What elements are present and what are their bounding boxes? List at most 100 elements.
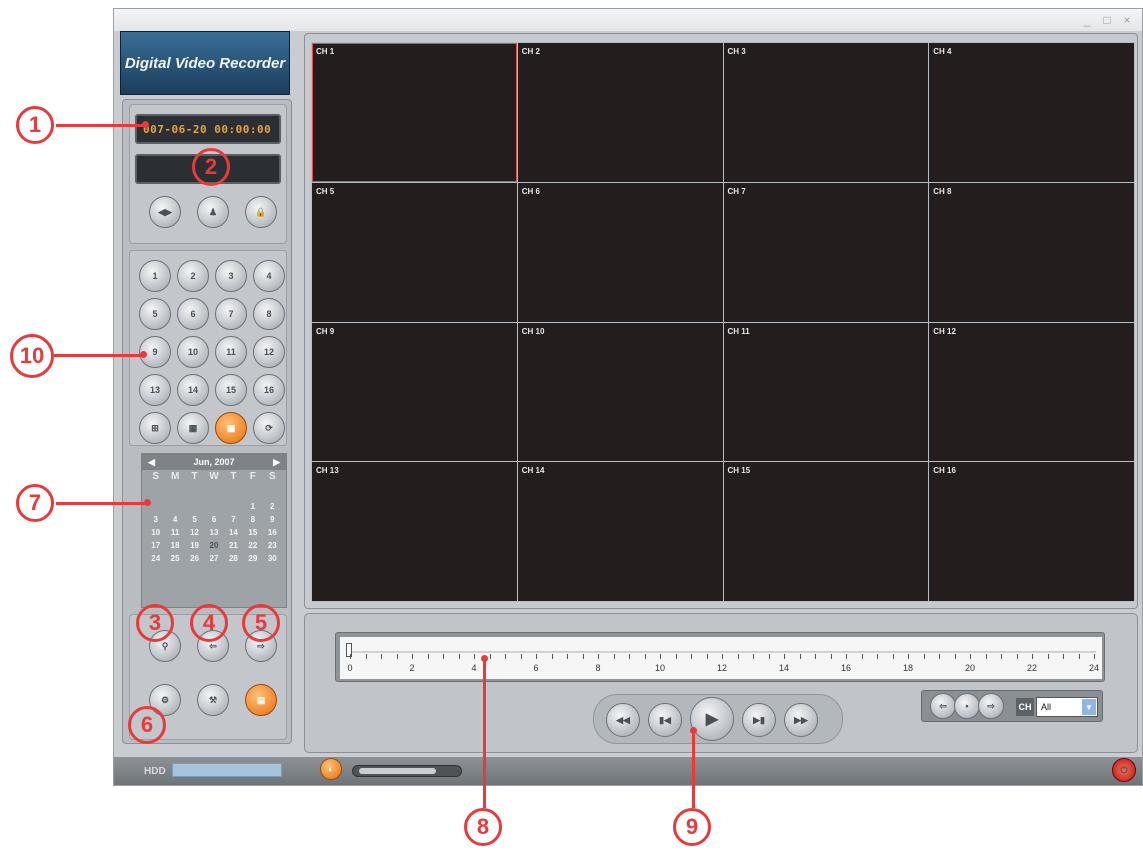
calendar-day[interactable]: 2 [263,502,282,511]
channel-cell[interactable]: CH 1 [312,43,517,182]
channel-label: CH 12 [933,326,956,336]
calendar-day[interactable]: 21 [224,541,243,550]
calendar-day[interactable]: 17 [146,541,165,550]
channel-button-14[interactable]: 14 [177,374,209,406]
calendar-day[interactable]: 11 [165,528,184,537]
channel-cell[interactable]: CH 2 [517,43,723,182]
channel-cell[interactable]: CH 7 [723,182,929,322]
calendar-day[interactable]: 22 [243,541,262,550]
channel-button-15[interactable]: 15 [215,374,247,406]
playback-panel: 0 2 4 6 8 10 12 14 16 18 20 22 24 ◀◀ ▮◀ ▶ ▶▮ ▶▶ ⇦ • ⇨ CH… [304,613,1138,753]
arrows-icon[interactable]: ◀▶ [149,196,181,228]
calendar-day[interactable]: 6 [204,515,223,524]
maximize-button[interactable]: □ [1100,13,1114,27]
calendar-day[interactable]: 18 [165,541,184,550]
channel-cell[interactable]: CH 15 [723,462,929,601]
timeline-thumb[interactable] [346,643,352,657]
calendar-day[interactable]: 7 [224,515,243,524]
step-back-icon[interactable]: ▮◀ [648,703,682,737]
channel-cell[interactable]: CH 4 [929,43,1134,182]
channel-button-4[interactable]: 4 [253,260,285,292]
calendar-day[interactable]: 8 [243,515,262,524]
calendar-day[interactable]: 12 [185,528,204,537]
channel-button-3[interactable]: 3 [215,260,247,292]
calendar-day[interactable]: 27 [204,554,223,563]
channel-cell[interactable]: CH 6 [517,182,723,322]
channel-cell[interactable]: CH 3 [723,43,929,182]
calendar-day[interactable]: 13 [204,528,223,537]
play-icon[interactable]: ▶ [690,697,734,741]
channel-button-10[interactable]: 10 [177,336,209,368]
volume-icon[interactable]: ◐ [320,758,342,780]
calendar-day[interactable]: 24 [146,554,165,563]
prev-month-button[interactable]: ◀ [148,457,155,468]
timeline-track[interactable]: 0 2 4 6 8 10 12 14 16 18 20 22 24 [340,637,1102,679]
log-icon[interactable]: ▤ [245,684,277,716]
channel-button-11[interactable]: 11 [215,336,247,368]
layout-4-icon[interactable]: ⊞ [139,412,171,444]
channel-cell[interactable]: CH 13 [312,462,517,601]
channel-dropdown-value: All [1041,702,1052,712]
calendar-day[interactable]: 4 [165,515,184,524]
timeline[interactable]: 0 2 4 6 8 10 12 14 16 18 20 22 24 [335,632,1105,682]
weekday-label: S [268,471,276,482]
calendar-day[interactable]: 29 [243,554,262,563]
calendar-day[interactable]: 19 [185,541,204,550]
calendar-day[interactable]: 14 [224,528,243,537]
layout-9-icon[interactable]: ▦ [177,412,209,444]
channel-cell[interactable]: CH 8 [929,182,1134,322]
channel-dial-icon[interactable]: • [954,693,980,719]
channel-cell[interactable]: CH 10 [517,322,723,462]
channel-dropdown[interactable]: All ▼ [1036,697,1098,717]
calendar-day[interactable]: 10 [146,528,165,537]
cycle-icon[interactable]: ⟳ [253,412,285,444]
status-bar: HDD ◐ ⏻ [114,757,1142,785]
user-icon[interactable]: ♟ [197,196,229,228]
chevron-down-icon[interactable]: ▼ [1082,699,1096,715]
layout-16-icon[interactable]: ▦ [215,412,247,444]
channel-cell[interactable]: CH 12 [929,322,1134,462]
minimize-button[interactable]: _ [1080,13,1094,27]
calendar-day[interactable]: 23 [263,541,282,550]
calendar-day[interactable]: 16 [263,528,282,537]
channel-cell[interactable]: CH 5 [312,182,517,322]
calendar-day[interactable]: 9 [263,515,282,524]
power-icon[interactable]: ⏻ [1112,758,1136,782]
calendar-day[interactable]: 3 [146,515,165,524]
prev-channel-button[interactable]: ⇦ [930,693,956,719]
tools-icon[interactable]: ⚒ [197,684,229,716]
titlebar: _ □ × [114,9,1142,31]
channel-button-12[interactable]: 12 [253,336,285,368]
calendar-day[interactable]: 26 [185,554,204,563]
close-button[interactable]: × [1120,13,1134,27]
channel-button-2[interactable]: 2 [177,260,209,292]
next-channel-button[interactable]: ⇨ [978,693,1004,719]
calendar-day[interactable]: 25 [165,554,184,563]
calendar-day[interactable]: 15 [243,528,262,537]
calendar-day[interactable]: 30 [263,554,282,563]
calendar-day[interactable]: 5 [185,515,204,524]
channel-cell[interactable]: CH 9 [312,322,517,462]
calendar-day[interactable]: 28 [224,554,243,563]
weekday-label: T [191,471,198,482]
rewind-icon[interactable]: ◀◀ [606,703,640,737]
channel-button-6[interactable]: 6 [177,298,209,330]
channel-button-1[interactable]: 1 [139,260,171,292]
channel-button-13[interactable]: 13 [139,374,171,406]
channel-label: CH 14 [521,466,545,476]
channel-cell[interactable]: CH 16 [929,462,1134,601]
lock-icon[interactable]: 🔒 [245,196,277,228]
channel-button-5[interactable]: 5 [139,298,171,330]
calendar-day[interactable]: 1 [243,502,262,511]
channel-button-16[interactable]: 16 [253,374,285,406]
channel-label: CH 3 [727,47,746,56]
step-forward-icon[interactable]: ▶▮ [742,703,776,737]
channel-cell[interactable]: CH 14 [517,462,723,601]
volume-slider[interactable] [352,765,462,777]
channel-cell[interactable]: CH 11 [723,322,929,462]
next-month-button[interactable]: ▶ [273,457,280,468]
channel-button-8[interactable]: 8 [253,298,285,330]
channel-button-7[interactable]: 7 [215,298,247,330]
fast-forward-icon[interactable]: ▶▶ [784,703,818,737]
calendar-day[interactable]: 20 [204,541,223,550]
